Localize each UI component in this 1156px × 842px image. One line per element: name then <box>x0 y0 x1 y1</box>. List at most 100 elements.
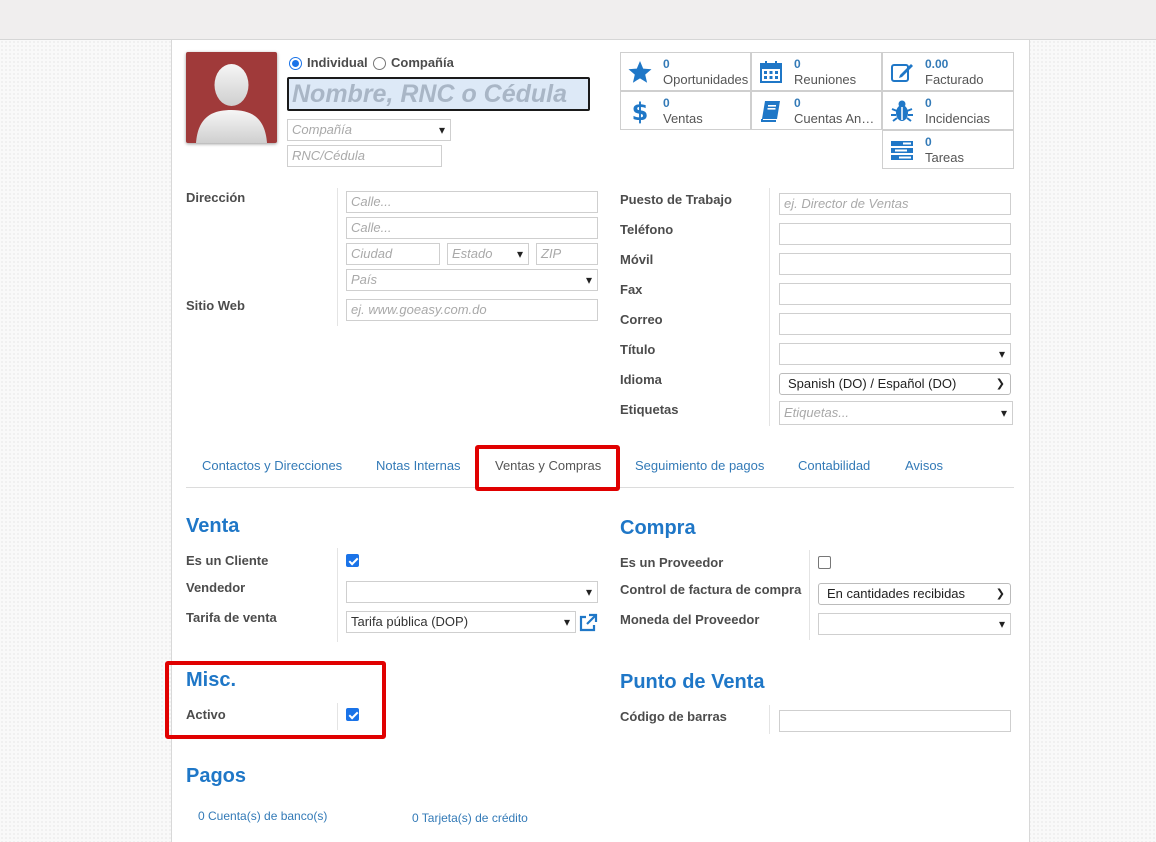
salesperson-select[interactable]: ▾ <box>346 581 598 603</box>
website-label: Sitio Web <box>186 298 245 313</box>
job-placeholder: ej. Director de Ventas <box>784 196 909 211</box>
street2-placeholder: Calle... <box>351 220 392 235</box>
stat-label: Facturado <box>925 72 984 87</box>
issues-button[interactable]: 0 Incidencias <box>882 91 1014 130</box>
supplier-checkbox[interactable] <box>818 556 831 569</box>
bank-accounts-link[interactable]: 0 Cuenta(s) de banco(s) <box>198 809 327 823</box>
street-input[interactable]: Calle... <box>346 191 598 213</box>
tasks-icon <box>891 141 913 160</box>
country-placeholder: País <box>351 272 378 287</box>
dropdown-arrow-icon: ▾ <box>585 585 592 599</box>
invoice-control-value: En cantidades recibidas <box>827 586 966 601</box>
country-select[interactable]: País ▾ <box>346 269 598 291</box>
tab-payment-followup[interactable]: Seguimiento de pagos <box>635 458 764 473</box>
stat-value: 0 <box>663 96 670 110</box>
state-select[interactable]: Estado ▾ <box>447 243 529 265</box>
rnc-input[interactable]: RNC/Cédula <box>287 145 442 167</box>
sales-button[interactable]: $ 0 Ventas <box>620 91 751 130</box>
person-silhouette-icon <box>196 64 267 143</box>
phone-label: Teléfono <box>620 222 674 237</box>
address-label: Dirección <box>186 190 246 205</box>
field-separator <box>809 550 810 640</box>
stat-value: 0 <box>925 96 932 110</box>
mobile-input[interactable] <box>779 253 1011 275</box>
zip-input[interactable]: ZIP <box>536 243 598 265</box>
calendar-icon <box>760 61 782 83</box>
svg-text:$: $ <box>632 98 649 124</box>
dollar-icon: $ <box>632 98 649 124</box>
stat-label: Reuniones <box>794 72 857 87</box>
zip-placeholder: ZIP <box>541 246 562 261</box>
tab-contacts[interactable]: Contactos y Direcciones <box>202 458 342 473</box>
dropdown-arrow-icon: ▾ <box>998 347 1005 361</box>
language-value: Spanish (DO) / Español (DO) <box>788 376 957 391</box>
barcode-input[interactable] <box>779 710 1011 732</box>
edit-icon <box>891 64 913 82</box>
tags-label: Etiquetas <box>620 402 679 417</box>
rnc-placeholder: RNC/Cédula <box>292 148 365 163</box>
tab-internal-notes[interactable]: Notas Internas <box>376 458 461 473</box>
stat-value: 0 <box>794 57 801 71</box>
title-select[interactable]: ▾ <box>779 343 1011 365</box>
currency-select[interactable]: ▾ <box>818 613 1011 635</box>
field-separator <box>769 188 770 426</box>
mobile-label: Móvil <box>620 252 654 267</box>
website-input[interactable]: ej. www.goeasy.com.do <box>346 299 598 321</box>
customer-label: Es un Cliente <box>186 553 269 568</box>
tab-accounting[interactable]: Contabilidad <box>798 458 870 473</box>
top-bar <box>0 0 1156 40</box>
customer-checkbox[interactable] <box>346 554 359 567</box>
fax-label: Fax <box>620 282 643 297</box>
dropdown-arrow-icon: ▾ <box>563 615 570 629</box>
invoice-control-select[interactable]: En cantidades recibidas ❯ <box>818 583 1011 605</box>
chevron-down-icon: ❯ <box>995 588 1005 600</box>
salesperson-label: Vendedor <box>186 580 246 595</box>
field-separator <box>337 548 338 642</box>
stat-label: Oportunidades <box>663 72 749 87</box>
individual-radio[interactable] <box>289 57 302 70</box>
analytic-accounts-button[interactable]: 0 Cuentas Analíticas <box>751 91 882 130</box>
tags-placeholder: Etiquetas... <box>784 405 850 420</box>
phone-input[interactable] <box>779 223 1011 245</box>
language-select[interactable]: Spanish (DO) / Español (DO) ❯ <box>779 373 1011 395</box>
dropdown-arrow-icon: ▾ <box>438 123 445 137</box>
stat-label: Ventas <box>663 111 703 126</box>
job-input[interactable]: ej. Director de Ventas <box>779 193 1011 215</box>
supplier-label: Es un Proveedor <box>620 555 724 570</box>
email-input[interactable] <box>779 313 1011 335</box>
smart-buttons: 0 Oportunidades 0 Reuniones 0.00 Factura… <box>620 52 1014 170</box>
street-placeholder: Calle... <box>351 194 392 209</box>
stat-label: Cuentas Analíticas <box>794 111 880 126</box>
field-separator <box>337 188 338 326</box>
star-icon <box>628 61 652 83</box>
invoice-control-label: Control de factura de compra <box>620 582 802 597</box>
tab-notices[interactable]: Avisos <box>905 458 943 473</box>
tags-select[interactable]: Etiquetas... ▾ <box>779 401 1013 425</box>
venta-title: Venta <box>186 515 240 537</box>
city-input[interactable]: Ciudad <box>346 243 440 265</box>
fax-input[interactable] <box>779 283 1011 305</box>
city-placeholder: Ciudad <box>351 246 393 261</box>
name-input[interactable]: Nombre, RNC o Cédula <box>287 77 590 111</box>
individual-label: Individual <box>307 55 368 70</box>
language-label: Idioma <box>620 372 662 387</box>
pricelist-select[interactable]: Tarifa pública (DOP) ▾ <box>346 611 576 633</box>
street2-input[interactable]: Calle... <box>346 217 598 239</box>
stat-label: Incidencias <box>925 111 991 126</box>
avatar[interactable] <box>186 52 277 143</box>
title-label: Título <box>620 342 656 357</box>
opportunities-button[interactable]: 0 Oportunidades <box>620 52 751 91</box>
dropdown-arrow-icon: ▾ <box>1000 406 1007 420</box>
meetings-button[interactable]: 0 Reuniones <box>751 52 882 91</box>
credit-cards-link[interactable]: 0 Tarjeta(s) de crédito <box>412 811 528 825</box>
company-radio[interactable] <box>373 57 386 70</box>
pos-title: Punto de Venta <box>620 671 765 693</box>
website-placeholder: ej. www.goeasy.com.do <box>351 302 487 317</box>
company-label: Compañía <box>391 55 454 70</box>
barcode-label: Código de barras <box>620 709 727 724</box>
company-select[interactable]: Compañía ▾ <box>287 119 451 141</box>
external-link-icon[interactable] <box>578 613 598 633</box>
tasks-button[interactable]: 0 Tareas <box>882 130 1014 169</box>
invoiced-button[interactable]: 0.00 Facturado <box>882 52 1014 91</box>
stat-value: 0 <box>663 57 670 71</box>
